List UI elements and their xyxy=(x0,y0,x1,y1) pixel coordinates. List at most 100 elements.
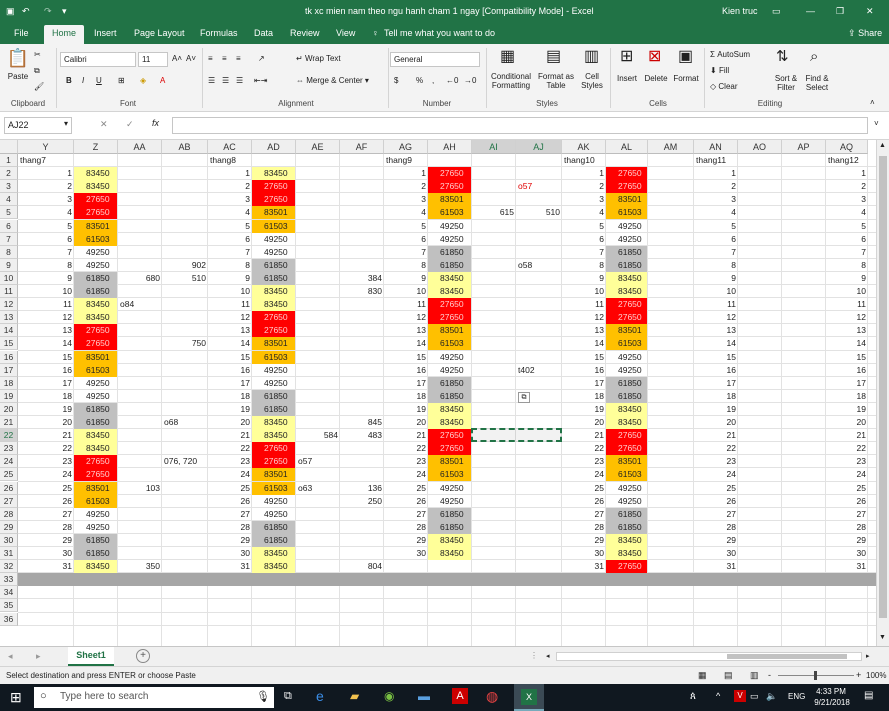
cell-ag15[interactable]: 14 xyxy=(384,337,428,350)
row-header-11[interactable]: 11 xyxy=(0,285,18,298)
cell-ak17[interactable]: 16 xyxy=(562,364,606,377)
cell-ac29[interactable]: 28 xyxy=(208,521,252,534)
underline-button[interactable]: U xyxy=(96,76,102,85)
font-size-select[interactable]: 11 xyxy=(138,52,168,67)
cell-z27[interactable]: 61503 xyxy=(74,494,117,508)
cell-y21[interactable]: 20 xyxy=(18,416,74,429)
cell-an26[interactable]: 25 xyxy=(694,482,738,495)
cell-y25[interactable]: 24 xyxy=(18,468,74,481)
tab-review[interactable]: Review xyxy=(290,28,320,38)
cell-z29[interactable]: 49250 xyxy=(74,521,117,534)
cell-ah23[interactable]: 27650 xyxy=(428,442,471,456)
cell-styles-button[interactable]: Cell Styles xyxy=(578,72,606,90)
file-explorer-icon[interactable]: ▰ xyxy=(350,689,359,703)
column-header-y[interactable]: Y xyxy=(18,140,74,154)
row-header-8[interactable]: 8 xyxy=(0,245,18,259)
cell-ac16[interactable]: 15 xyxy=(208,351,252,364)
tab-formulas[interactable]: Formulas xyxy=(200,28,238,38)
cell-al13[interactable]: 27650 xyxy=(606,311,647,325)
cell-y4[interactable]: 3 xyxy=(18,193,74,206)
row-header-24[interactable]: 24 xyxy=(0,455,18,469)
undo-icon[interactable]: ↶ xyxy=(22,6,30,17)
cell-al21[interactable]: 83450 xyxy=(606,416,647,429)
clock-date[interactable]: 9/21/2018 xyxy=(812,698,852,707)
cell-ab15[interactable]: 750 xyxy=(162,337,208,350)
cell-ak28[interactable]: 27 xyxy=(562,508,606,521)
cell-ad26[interactable]: 61503 xyxy=(252,481,295,495)
cell-ad9[interactable]: 61850 xyxy=(252,258,295,272)
row-header-33[interactable]: 33 xyxy=(0,573,18,587)
redo-icon[interactable]: ↷ xyxy=(44,6,52,17)
cell-al3[interactable]: 27650 xyxy=(606,180,647,194)
cell-ac7[interactable]: 6 xyxy=(208,233,252,246)
save-icon[interactable]: ▣ xyxy=(6,6,15,17)
cell-ad17[interactable]: 49250 xyxy=(252,364,295,377)
cell-ag31[interactable]: 30 xyxy=(384,547,428,560)
cell-an13[interactable]: 12 xyxy=(694,311,738,324)
row-header-6[interactable]: 6 xyxy=(0,219,18,233)
cell-ag2[interactable]: 1 xyxy=(384,167,428,180)
column-header-ae[interactable]: AE xyxy=(296,140,340,154)
select-all-button[interactable] xyxy=(0,140,18,154)
cell-an3[interactable]: 2 xyxy=(694,180,738,193)
cell-ad10[interactable]: 61850 xyxy=(252,271,295,285)
cell-aq23[interactable]: 22 xyxy=(826,442,868,455)
antivirus-icon[interactable]: V xyxy=(734,690,746,702)
row-header-13[interactable]: 13 xyxy=(0,311,18,325)
horizontal-scroll-thumb[interactable] xyxy=(727,654,847,659)
cell-z12[interactable]: 83450 xyxy=(74,298,117,312)
cell-an24[interactable]: 23 xyxy=(694,455,738,468)
column-header-ao[interactable]: AO xyxy=(738,140,782,154)
row-header-10[interactable]: 10 xyxy=(0,271,18,285)
cell-al12[interactable]: 27650 xyxy=(606,298,647,312)
cell-ad5[interactable]: 83501 xyxy=(252,206,295,220)
cell-an12[interactable]: 11 xyxy=(694,298,738,311)
cell-y14[interactable]: 13 xyxy=(18,324,74,337)
cell-ah31[interactable]: 83450 xyxy=(428,547,471,560)
scroll-up-icon[interactable]: ▲ xyxy=(879,142,886,149)
cell-ah29[interactable]: 61850 xyxy=(428,520,471,534)
cell-aa12[interactable]: o84 xyxy=(118,298,162,311)
cell-y24[interactable]: 23 xyxy=(18,455,74,468)
cell-ag6[interactable]: 5 xyxy=(384,220,428,233)
cell-af32[interactable]: 804 xyxy=(340,560,384,573)
cut-icon[interactable]: ✂ xyxy=(34,50,41,59)
conditional-formatting-button[interactable]: Conditional Formatting xyxy=(488,72,534,90)
paste-icon[interactable]: 📋 xyxy=(6,48,30,68)
share-button[interactable]: ⇪ Share xyxy=(848,28,882,39)
cell-aq11[interactable]: 10 xyxy=(826,285,868,298)
find-select-icon[interactable]: ⌕ xyxy=(810,48,818,66)
cell-al20[interactable]: 83450 xyxy=(606,402,647,416)
cell-ad27[interactable]: 49250 xyxy=(252,495,295,508)
cell-af27[interactable]: 250 xyxy=(340,495,384,508)
cell-ad31[interactable]: 83450 xyxy=(252,547,295,560)
row-header-26[interactable]: 26 xyxy=(0,481,18,495)
format-painter-icon[interactable]: 🖌 xyxy=(34,82,44,91)
cell-ag23[interactable]: 22 xyxy=(384,442,428,455)
cell-z6[interactable]: 83501 xyxy=(74,219,117,233)
cell-styles-icon[interactable]: ▥ xyxy=(584,48,599,66)
cell-aq15[interactable]: 14 xyxy=(826,337,868,350)
cell-y19[interactable]: 18 xyxy=(18,390,74,403)
zoom-slider-thumb[interactable] xyxy=(814,671,817,680)
cell-ag21[interactable]: 20 xyxy=(384,416,428,429)
cell-ac22[interactable]: 21 xyxy=(208,429,252,442)
cell-ak3[interactable]: 2 xyxy=(562,180,606,193)
month-header-thang12[interactable]: thang12 xyxy=(826,154,868,167)
cell-al28[interactable]: 61850 xyxy=(606,507,647,521)
cell-ac4[interactable]: 3 xyxy=(208,193,252,206)
cell-aj17[interactable]: t402 xyxy=(516,364,562,377)
column-header-an[interactable]: AN xyxy=(694,140,738,154)
align-top-icon[interactable]: ≡ xyxy=(208,54,213,63)
cell-ad23[interactable]: 27650 xyxy=(252,442,295,456)
scroll-right-icon[interactable]: ▸ xyxy=(866,652,870,660)
row-header-21[interactable]: 21 xyxy=(0,416,18,429)
cell-ah19[interactable]: 61850 xyxy=(428,389,471,403)
microphone-icon[interactable]: 🎙 xyxy=(256,690,270,703)
cell-ag11[interactable]: 10 xyxy=(384,285,428,298)
cell-ah11[interactable]: 83450 xyxy=(428,285,471,298)
cell-ab9[interactable]: 902 xyxy=(162,259,208,272)
font-color-icon[interactable]: A xyxy=(160,76,165,85)
cell-ad12[interactable]: 83450 xyxy=(252,298,295,312)
cell-ac15[interactable]: 14 xyxy=(208,337,252,350)
